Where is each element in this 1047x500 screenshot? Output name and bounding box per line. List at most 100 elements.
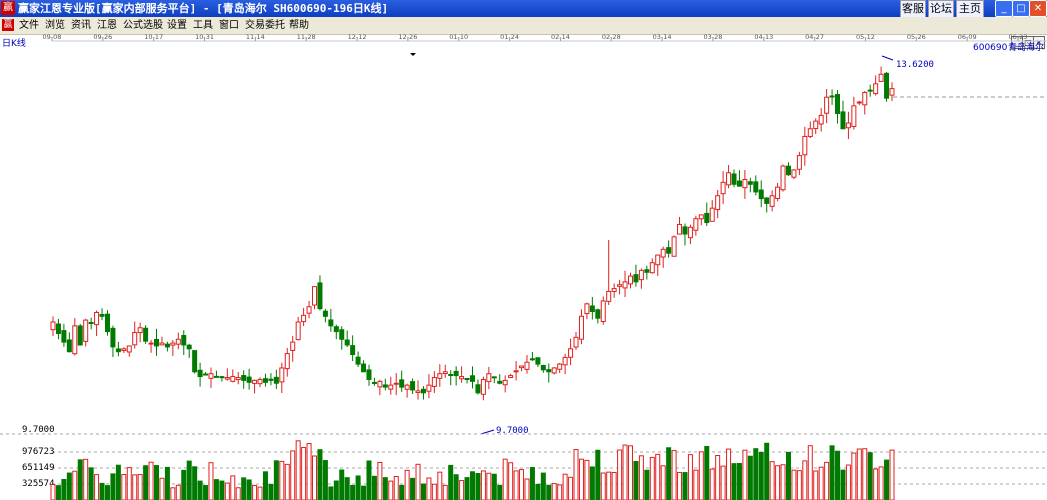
volume-bar [132,474,138,500]
candle [655,254,661,276]
candle-body [83,319,89,342]
volume-bar [540,472,546,500]
menu-info[interactable]: 资讯 [71,17,91,34]
candle-body [453,370,459,377]
candle-body [578,315,584,340]
candle-body [540,364,546,371]
volume-bar [731,463,737,500]
candle-body [671,236,677,257]
candle [143,325,149,344]
volume-bar [611,471,617,500]
candle-body [677,223,683,235]
title-bar: 赢 赢家江恩专业版[赢家内部服务平台] - [青岛海尔 SH600690-196… [0,0,1047,18]
candle [208,367,214,388]
candle-body [420,388,426,394]
close-icon[interactable]: ✕ [1029,0,1047,17]
candle [889,82,895,102]
volume-bar [568,476,574,500]
restore-icon[interactable]: □ [1012,0,1030,17]
candle [399,370,405,392]
volume-bar [61,478,67,500]
volume-bar [72,470,78,500]
candle-body [148,342,154,345]
date-axis: 09-08 09-26 10-17 10-31 11-14 11-28 12-12 12-26… [43,34,1047,42]
menu-settings[interactable]: 设置 [167,17,187,34]
candle [502,375,508,393]
menu-window[interactable]: 窗口 [219,17,239,34]
menu-browse[interactable]: 浏览 [45,17,65,34]
candle-body [126,345,132,353]
candle [540,364,546,373]
candle-body [780,165,786,191]
candle-body [775,186,781,199]
candle [148,339,154,353]
menu-tools[interactable]: 工具 [193,17,213,34]
candle [715,189,721,219]
volume-bar [785,451,791,500]
volume-bar [464,477,470,500]
candle-body [546,369,552,373]
kline-chart[interactable]: 日K线 09-08 09-26 10-17 10-31 11-14 11-28 12-12 1… [0,34,1047,500]
candle [312,286,318,310]
volume-bar [813,470,819,500]
candle [219,375,225,382]
volume-bar [197,480,203,500]
candle-body [301,314,307,323]
homepage-button[interactable]: 主页 [956,0,984,18]
volume-bar [824,461,830,500]
candle-body [322,310,328,317]
candle-body [655,254,661,266]
candle-body [279,367,285,383]
volume-bar [181,469,187,500]
menu-file[interactable]: 文件 [19,17,39,34]
candle [268,373,274,386]
candle-body [666,247,672,254]
candle-body [312,286,318,306]
candle [72,318,78,356]
candle [535,357,541,367]
candle-body [742,178,748,189]
candle-body [633,274,639,283]
candle-body [241,375,247,381]
candle-body [448,374,454,377]
candle-body [470,375,475,382]
candle [824,89,830,124]
volume-bar [502,458,508,500]
volume-bar [802,460,808,500]
minimize-icon[interactable]: _ [995,0,1013,17]
candle-body [137,327,143,334]
volume-bar [393,476,399,500]
candle [595,308,601,324]
candle [154,328,160,356]
volume-bar [764,442,770,500]
volume-bar [442,484,448,500]
menu-gann[interactable]: 江恩 [97,17,117,34]
candle [584,302,590,320]
date-label: 11-28 [297,34,316,41]
service-button[interactable]: 客服 [900,0,926,18]
candle-body [698,214,704,220]
date-label: 03-14 [653,34,672,41]
candle-body [213,375,219,378]
volume-bar [104,485,110,500]
menu-help[interactable]: 帮助 [289,17,309,34]
volume-bar [633,460,639,500]
candle [644,265,650,280]
candle [884,71,890,102]
volume-bar [431,483,437,500]
candle-body [840,111,846,130]
volume-bar [867,452,873,500]
volume-bar [110,473,116,500]
candle-body [535,357,541,365]
volume-bar [780,464,786,500]
candle [121,347,127,354]
volume-bar [693,469,699,500]
date-label: 12-26 [398,34,417,41]
candle-body [143,327,149,342]
date-label: 12-12 [348,34,367,41]
menu-trade[interactable]: 交易委托 [245,17,285,34]
menu-formula-select[interactable]: 公式选股 [123,17,163,34]
menu-bar: 赢 文件 浏览 资讯 江恩 公式选股 设置 工具 窗口 交易委托 帮助 _ □ … [0,17,1047,49]
candle-body [224,377,230,380]
forum-button[interactable]: 论坛 [928,0,954,18]
